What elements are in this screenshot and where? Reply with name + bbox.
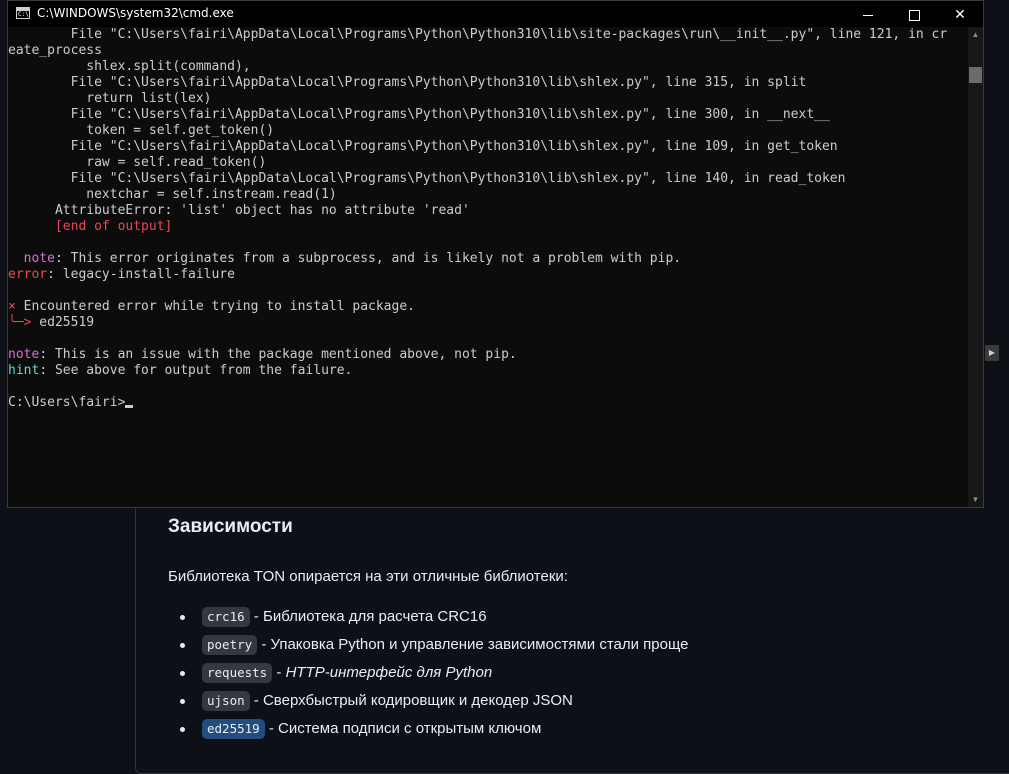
dependency-desc: - Сверхбыстрый кодировщик и декодер JSON: [249, 692, 573, 709]
console-line-prefix: ×: [8, 299, 16, 314]
console-line-text: File "C:\Users\fairi\AppData\Local\Progr…: [8, 27, 948, 42]
console-line: return list(lex): [8, 91, 968, 107]
vertical-scrollbar[interactable]: ▲ ▼: [968, 27, 983, 507]
console-line-text: File "C:\Users\fairi\AppData\Local\Progr…: [8, 75, 807, 90]
console-line: error: legacy-install-failure: [8, 267, 968, 283]
console-line: token = self.get_token(): [8, 123, 968, 139]
console-line-text: : See above for output from the failure.: [39, 363, 353, 378]
console-line-text: File "C:\Users\fairi\AppData\Local\Progr…: [8, 139, 838, 154]
console-line-text: eate_process: [8, 43, 102, 58]
dependency-item-crc16: crc16 - Библиотека для расчета CRC16: [168, 603, 688, 631]
dependency-code: ujson: [202, 691, 250, 711]
dependency-desc: -: [272, 664, 286, 681]
console-line-text: : This is an issue with the package ment…: [39, 347, 517, 362]
console-line-text: AttributeError: 'list' object has no att…: [8, 203, 470, 218]
console-line: hint: See above for output from the fail…: [8, 363, 968, 379]
console-line-text: raw = self.read_token(): [8, 155, 267, 170]
dependency-code-selected[interactable]: ed25519: [202, 719, 265, 739]
minimize-button[interactable]: [845, 1, 891, 27]
dependencies-list: crc16 - Библиотека для расчета CRC16 poe…: [168, 603, 688, 743]
minimize-icon: [863, 14, 873, 16]
window-title: C:\WINDOWS\system32\cmd.exe: [37, 6, 234, 20]
dependency-code: crc16: [202, 607, 250, 627]
console-line: × Encountered error while trying to inst…: [8, 299, 968, 315]
console-line: File "C:\Users\fairi\AppData\Local\Progr…: [8, 75, 968, 91]
console-line-prefix: ╰─>: [8, 315, 32, 330]
console-line-text: File "C:\Users\fairi\AppData\Local\Progr…: [8, 107, 830, 122]
cmd-app-icon: C:\: [16, 7, 30, 19]
close-icon: ✕: [954, 6, 966, 22]
console-line: ╰─> ed25519: [8, 315, 968, 331]
maximize-button[interactable]: [891, 1, 937, 27]
console-line: shlex.split(command),: [8, 59, 968, 75]
title-bar[interactable]: C:\ C:\WINDOWS\system32\cmd.exe ✕: [8, 1, 983, 27]
maximize-icon: [908, 9, 920, 21]
console-line-prefix: hint: [8, 363, 40, 378]
console-line: AttributeError: 'list' object has no att…: [8, 203, 968, 219]
console-output[interactable]: File "C:\Users\fairi\AppData\Local\Progr…: [8, 27, 968, 507]
dependencies-heading: Зависимости: [168, 516, 293, 537]
scroll-down-arrow-icon[interactable]: ▼: [968, 492, 983, 507]
dependency-desc: - Упаковка Python и управление зависимос…: [257, 636, 689, 653]
console-line: nextchar = self.instream.read(1): [8, 187, 968, 203]
dependency-desc: - Библиотека для расчета CRC16: [249, 608, 487, 625]
console-line: raw = self.read_token(): [8, 155, 968, 171]
dependency-desc-italic: HTTP-интерфейс для Python: [285, 664, 493, 681]
console-line-text: Encountered error while trying to instal…: [15, 299, 415, 314]
console-line: File "C:\Users\fairi\AppData\Local\Progr…: [8, 27, 968, 43]
console-line: File "C:\Users\fairi\AppData\Local\Progr…: [8, 171, 968, 187]
console-line-prefix: note: [8, 251, 55, 266]
dependency-item-poetry: poetry - Упаковка Python и управление за…: [168, 631, 688, 659]
console-line: eate_process: [8, 43, 968, 59]
console-line-prefix: note: [8, 347, 40, 362]
dependency-item-ujson: ujson - Сверхбыстрый кодировщик и декоде…: [168, 687, 688, 715]
dependency-item-requests: requests - HTTP-интерфейс для Python: [168, 659, 688, 687]
console-line-text: shlex.split(command),: [8, 59, 251, 74]
console-line: note: This is an issue with the package …: [8, 347, 968, 363]
dependencies-intro: Библиотека TON опирается на эти отличные…: [168, 568, 568, 585]
console-line-prefix: error: [8, 267, 48, 282]
console-line: [end of output]: [8, 219, 968, 235]
console-line-text: ed25519: [31, 315, 95, 330]
console-line-text: token = self.get_token(): [8, 123, 275, 138]
readme-section: Зависимости Библиотека TON опирается на …: [135, 490, 1009, 774]
console-line-text: : legacy-install-failure: [47, 267, 235, 282]
close-button[interactable]: ✕: [937, 1, 983, 27]
console-line: File "C:\Users\fairi\AppData\Local\Progr…: [8, 107, 968, 123]
dependency-item-ed25519: ed25519 - Система подписи с открытым клю…: [168, 715, 688, 743]
console-line: C:\Users\fairi>: [8, 395, 968, 411]
console-line-text: [end of output]: [8, 219, 173, 234]
console-line: note: This error originates from a subpr…: [8, 251, 968, 267]
console-line: File "C:\Users\fairi\AppData\Local\Progr…: [8, 139, 968, 155]
expand-arrow-icon[interactable]: ▶: [985, 345, 999, 361]
dependency-desc: - Система подписи с открытым ключом: [264, 720, 542, 737]
console-line-text: File "C:\Users\fairi\AppData\Local\Progr…: [8, 171, 846, 186]
command-prompt: C:\Users\fairi>: [8, 395, 126, 410]
console-line-text: : This error originates from a subproces…: [54, 251, 682, 266]
dependency-code: requests: [202, 663, 273, 683]
console-line-text: return list(lex): [8, 91, 212, 106]
dependency-code: poetry: [202, 635, 258, 655]
scroll-up-arrow-icon[interactable]: ▲: [968, 27, 983, 42]
text-cursor: [125, 405, 134, 408]
scroll-thumb[interactable]: [969, 67, 982, 83]
cmd-window[interactable]: C:\ C:\WINDOWS\system32\cmd.exe ✕ File "…: [7, 0, 984, 508]
console-line-text: nextchar = self.instream.read(1): [8, 187, 337, 202]
